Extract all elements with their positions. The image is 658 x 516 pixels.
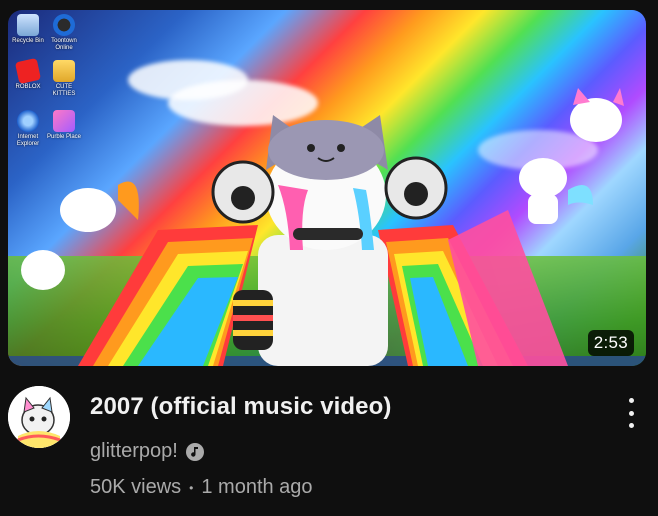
- avatar-artwork: [8, 386, 70, 448]
- upload-age: 1 month ago: [201, 476, 313, 498]
- channel-name-row[interactable]: glitterpop!: [90, 440, 204, 463]
- more-options-button[interactable]: [626, 398, 636, 428]
- verified-music-icon: [185, 442, 204, 461]
- more-vert-icon-dot: [628, 423, 634, 428]
- kitty-small-right: [519, 88, 624, 224]
- video-duration-badge: 2:53: [587, 330, 634, 356]
- collar: [293, 228, 363, 240]
- video-metadata: 50K views • 1 month ago: [90, 476, 313, 499]
- kitty-small-left: [21, 181, 139, 290]
- video-title[interactable]: 2007 (official music video): [90, 393, 391, 421]
- striped-arm-warmer: [233, 290, 273, 350]
- view-count: 50K views: [90, 476, 182, 498]
- channel-name[interactable]: glitterpop!: [90, 440, 178, 463]
- video-thumbnail[interactable]: Recycle Bin Toontown Online ROBLOX CUTE …: [8, 10, 646, 366]
- thumbnail-artwork: [21, 88, 624, 366]
- channel-avatar[interactable]: [8, 386, 70, 448]
- more-vert-icon-dot: [628, 410, 634, 416]
- character-body: [258, 235, 388, 366]
- more-vert-icon: [628, 398, 634, 403]
- meta-separator: •: [189, 480, 194, 495]
